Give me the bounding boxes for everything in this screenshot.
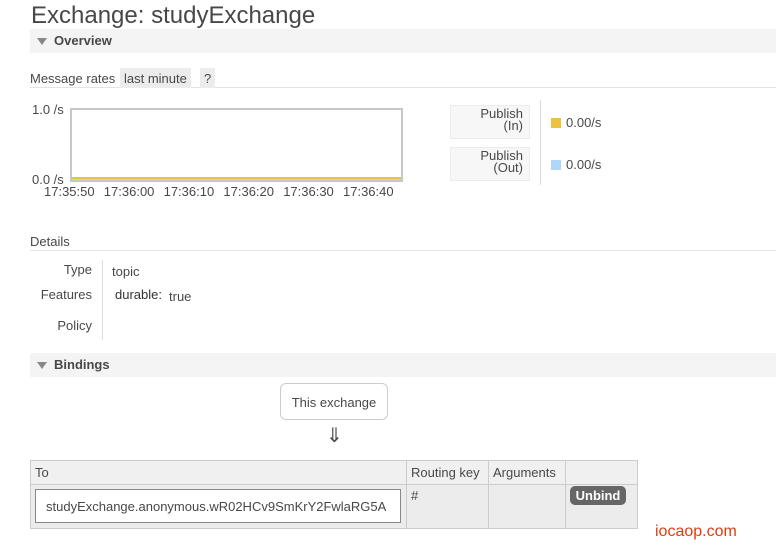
routing-key-cell: # <box>406 484 489 529</box>
features-key: Features <box>40 287 92 302</box>
x-tick-label: 17:36:40 <box>343 184 394 199</box>
message-rates-chart: 1.0 /s 0.0 /s 17:35:50 17:36:00 17:36:10 17… <box>30 98 410 202</box>
x-tick-label: 17:36:20 <box>223 184 274 199</box>
this-exchange-node: This exchange <box>280 383 388 420</box>
publish-in-rate: 0.00/s <box>566 115 602 130</box>
column-actions <box>565 460 638 485</box>
column-to: To <box>30 460 407 485</box>
chart-plot-area <box>70 108 403 182</box>
type-key: Type <box>63 262 92 277</box>
column-arguments: Arguments <box>488 460 566 485</box>
watermark: iocaop.com <box>655 523 737 540</box>
bindings-header-label: Bindings <box>54 357 110 372</box>
actions-cell: Unbind <box>565 484 638 529</box>
rate-range-selector[interactable]: last minute <box>120 68 191 88</box>
page-title: Exchange: studyExchange <box>31 2 316 29</box>
bindings-table: To Routing key Arguments studyExchange.a… <box>30 460 638 529</box>
help-button[interactable]: ? <box>200 68 216 88</box>
publish-in-color-swatch <box>551 118 561 128</box>
overview-section-toggle[interactable]: Overview <box>30 29 776 53</box>
collapse-triangle-icon <box>37 362 47 369</box>
queue-link[interactable]: studyExchange.anonymous.wR02HCv9SmKrY2Fw… <box>35 489 401 523</box>
type-value: topic <box>112 264 140 279</box>
arguments-cell <box>488 484 566 529</box>
x-tick-label: 17:36:10 <box>163 184 215 199</box>
column-routing-key: Routing key <box>406 460 489 485</box>
legend-publish-in-line2: (In) <box>503 118 524 133</box>
x-tick-label: 17:36:30 <box>283 184 334 199</box>
policy-key: Policy <box>57 318 92 333</box>
overview-header-label: Overview <box>54 33 112 48</box>
publish-out-color-swatch <box>551 160 561 170</box>
message-rates-label: Message rates <box>30 71 116 86</box>
collapse-triangle-icon <box>37 38 47 45</box>
x-tick-label: 17:35:50 <box>44 184 95 199</box>
legend-publish-out-label: Publish (Out) <box>450 147 530 181</box>
chart-legend: Publish (In) Publish (Out) 0.00/s 0.00/s <box>450 100 650 186</box>
publish-out-rate: 0.00/s <box>566 157 602 172</box>
y-axis-max-label: 1.0 /s <box>32 102 64 117</box>
chart-svg <box>72 177 401 180</box>
x-tick-label: 17:36:00 <box>103 184 155 199</box>
bindings-header-row: To Routing key Arguments <box>30 460 638 485</box>
message-rates-bar: Message rates last minute ? <box>30 68 776 88</box>
unbind-button[interactable]: Unbind <box>570 486 626 505</box>
durable-key: durable: <box>115 287 162 302</box>
legend-divider <box>540 100 541 185</box>
legend-publish-out-line2: (Out) <box>493 160 523 175</box>
bindings-section-toggle[interactable]: Bindings <box>30 353 776 377</box>
details-header: Details <box>30 234 70 249</box>
binding-destination-cell: studyExchange.anonymous.wR02HCv9SmKrY2Fw… <box>30 484 407 529</box>
details-divider <box>30 250 776 251</box>
routing-key-value: # <box>411 488 419 503</box>
details-separator <box>102 260 103 340</box>
legend-publish-in-label: Publish (In) <box>450 105 530 139</box>
table-row: studyExchange.anonymous.wR02HCv9SmKrY2Fw… <box>30 484 638 529</box>
durable-value: true <box>169 289 192 304</box>
down-arrow-icon: ⇓ <box>326 425 343 447</box>
